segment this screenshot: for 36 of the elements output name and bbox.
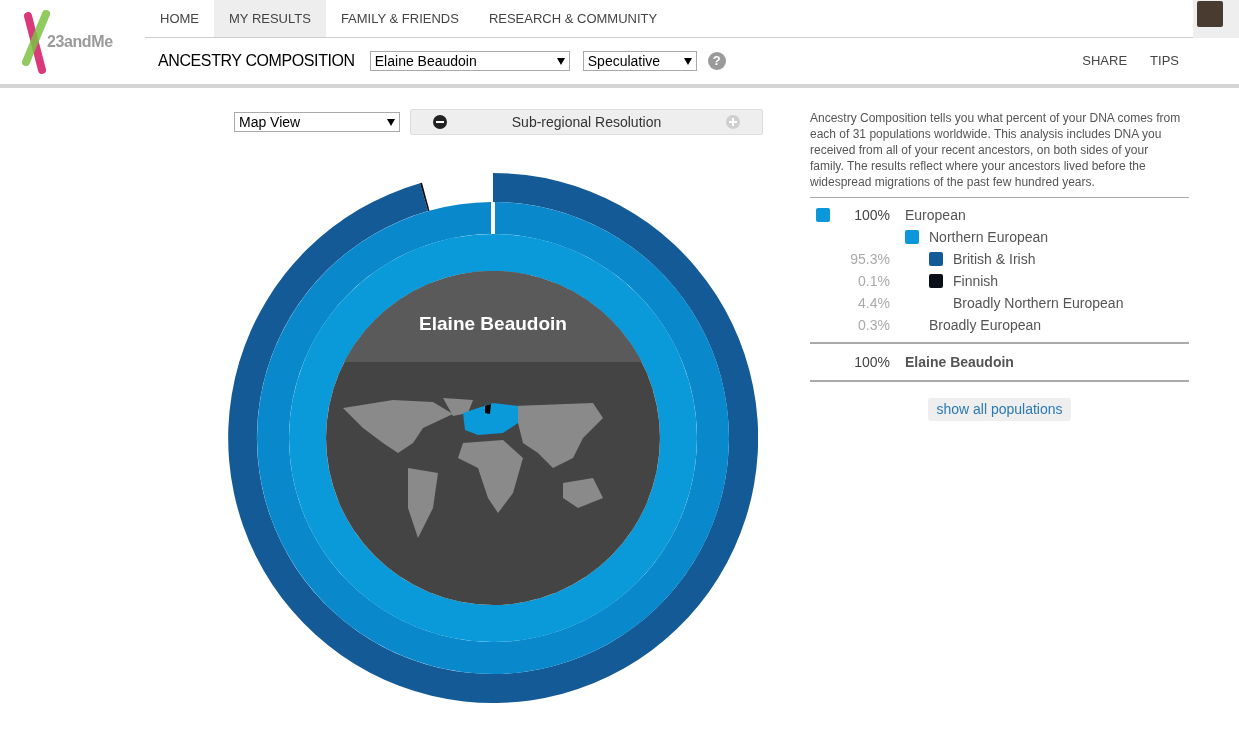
- caret-icon: [387, 118, 395, 126]
- outer-ring-segment[interactable]: [228, 173, 758, 703]
- profile-select[interactable]: Elaine Beaudoin: [369, 51, 570, 71]
- center-label: Elaine Beaudoin: [418, 312, 568, 336]
- description-text: Ancestry Composition tells you what percent of your DNA comes from each of 31 populations worldwide. This analysis includes DNA you received from all of your recent ancestors, on both sides of your family. The results reflect where your ancestors lived before the widespread migrations of the past few hundred years.: [810, 110, 1189, 198]
- nav-tab[interactable]: HOME: [145, 0, 214, 37]
- total-label: Elaine Beaudoin: [905, 352, 1014, 372]
- population-label: Finnish: [953, 271, 999, 291]
- population-label: Broadly Northern European: [953, 293, 1124, 313]
- population-label: Broadly European: [929, 315, 1042, 335]
- header-link[interactable]: TIPS: [1150, 51, 1179, 71]
- outer-ring-sliver[interactable]: [420, 182, 430, 212]
- percent-value: 100%: [853, 205, 890, 225]
- nav-tab[interactable]: RESEARCH & COMMUNITY: [473, 0, 673, 37]
- population-label: Northern European: [929, 227, 1049, 247]
- header-link[interactable]: SHARE: [1082, 51, 1128, 71]
- show-all-populations-button[interactable]: show all populations: [928, 398, 1071, 421]
- caret-icon: [683, 57, 692, 65]
- resolution-label: Sub-regional Resolution: [510, 112, 663, 132]
- view-select[interactable]: Map View: [234, 112, 400, 132]
- percent-value: 0.3%: [857, 315, 890, 335]
- percent-value: 100%: [853, 352, 890, 372]
- confidence-select[interactable]: Speculative: [582, 51, 697, 71]
- population-label: British & Irish: [953, 249, 1036, 269]
- nav-tab[interactable]: MY RESULTS: [214, 0, 326, 37]
- percent-value: 0.1%: [857, 271, 890, 291]
- caret-icon: [556, 57, 565, 65]
- logo-text: 23andMe: [47, 32, 113, 52]
- inner-ring[interactable]: [289, 234, 697, 642]
- page-title: ANCESTRY COMPOSITION: [158, 51, 355, 71]
- population-label: European: [905, 205, 966, 225]
- middle-ring-segment[interactable]: [257, 202, 729, 674]
- nav-tab[interactable]: FAMILY & FRIENDS: [325, 0, 474, 37]
- minus-icon[interactable]: [433, 115, 447, 129]
- percent-value: 4.4%: [857, 293, 890, 313]
- percent-value: 95.3%: [849, 249, 890, 269]
